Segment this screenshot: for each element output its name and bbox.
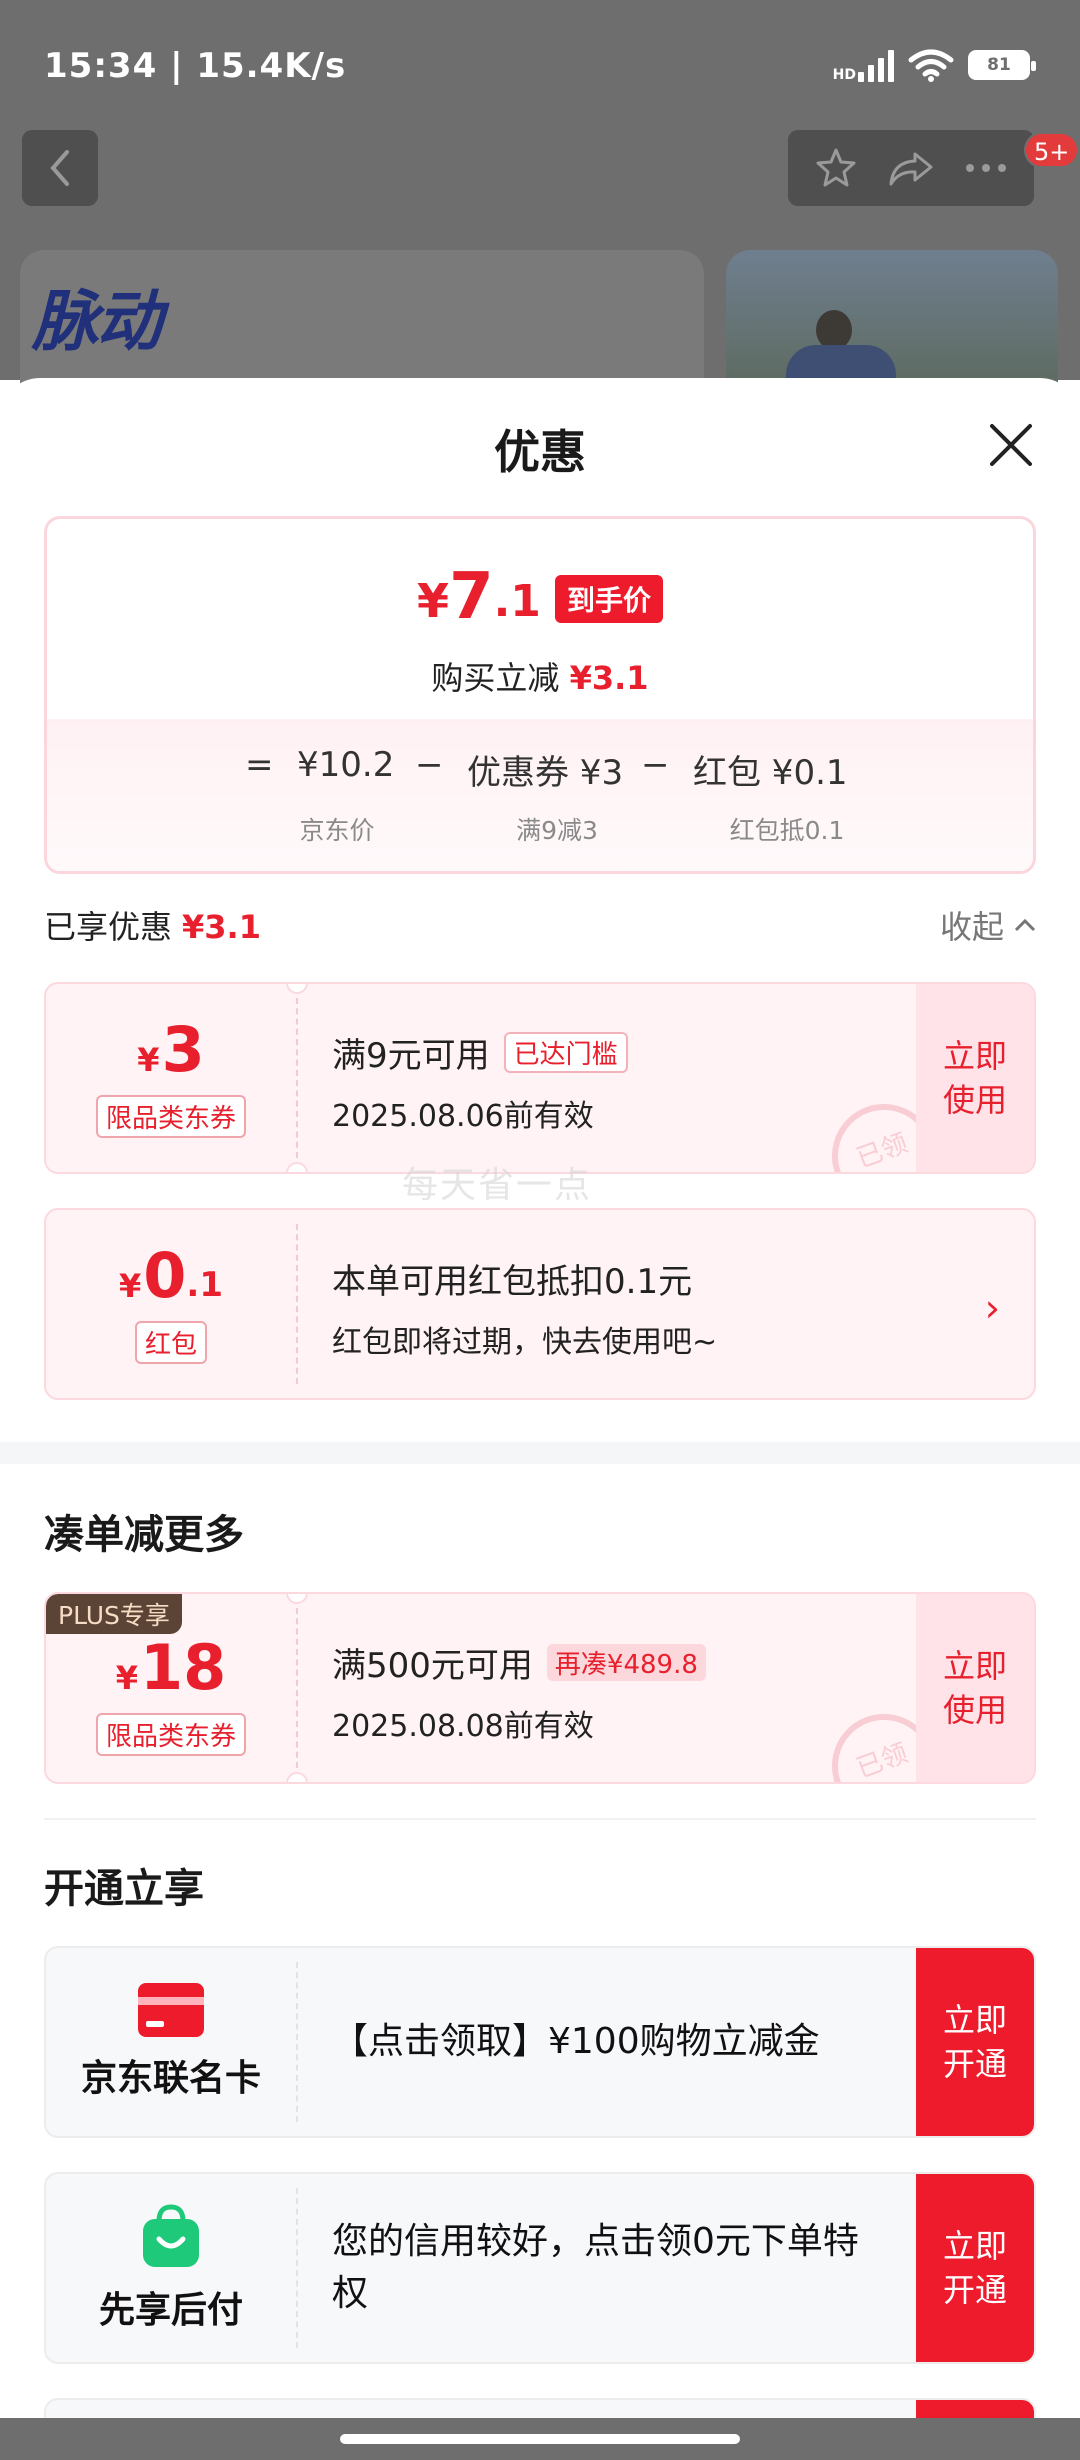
service-name: 京东联名卡	[80, 2058, 261, 2099]
coupon-label: 满9减3	[516, 816, 598, 845]
coupon-card[interactable]: ¥ 3 限品类东券 满9元可用 已达门槛 2025.08.06前有效 已领 立即 …	[44, 982, 1036, 1174]
minus-sign: −	[641, 745, 670, 785]
use-now-button[interactable]: 立即 使用	[916, 1594, 1034, 1782]
open-now-button[interactable]: 立即 开通	[916, 1948, 1034, 2136]
redpacket-desc: 红包即将过期，快去使用吧~	[332, 1325, 718, 1360]
price-breakdown: ¥ 7 .1 到手价 购买立减 ¥3.1 = ¥10.2 − 优惠券 ¥3 − …	[44, 516, 1036, 874]
coupon-type: 限品类东券	[95, 1712, 246, 1756]
need-more-tag: 再凑¥489.8	[546, 1644, 706, 1681]
status-time: 15:34 | 15.4K/s	[44, 46, 347, 86]
service-text: 【点击领取】¥100购物立减金	[332, 2021, 820, 2062]
shopping-bag-icon	[143, 2204, 199, 2267]
nav-actions	[788, 130, 1034, 206]
message-badge: 5+	[1024, 132, 1080, 168]
signal-icon: HD	[833, 48, 894, 82]
threshold-reached-tag: 已达门槛	[503, 1032, 628, 1073]
redpacket-type: 红包	[134, 1320, 207, 1364]
more-dots-icon	[966, 164, 1007, 172]
coupon-condition: 满500元可用	[332, 1646, 533, 1686]
redpacket-value: ¥ 0 .1	[119, 1238, 223, 1312]
instant-reduce: 购买立减 ¥3.1	[431, 659, 649, 697]
open-now-button[interactable]: 立即 开通	[916, 2174, 1034, 2362]
wifi-icon	[908, 49, 954, 82]
discount-sheet: 优惠 ¥ 7 .1 到手价 购买立减 ¥3.1 = ¥10.2 − 优惠券 ¥3…	[0, 378, 1080, 2460]
coupon-condition: 满9元可用	[332, 1036, 490, 1076]
close-icon[interactable]	[986, 420, 1036, 470]
pay-later-offer[interactable]: 先享后付 您的信用较好，点击领0元下单特权 立即 开通	[44, 2172, 1036, 2364]
share-icon	[889, 152, 933, 186]
final-price: ¥ 7 .1 到手价	[47, 565, 1033, 629]
redpacket-amount: 红包 ¥0.1	[693, 753, 848, 793]
sheet-title: 优惠	[494, 425, 586, 479]
share-button[interactable]	[881, 138, 941, 198]
brand-logo: 脉动	[32, 282, 162, 360]
chevron-up-icon	[1014, 918, 1036, 932]
enjoyed-discount: 已享优惠 ¥3.1	[44, 908, 261, 946]
star-icon	[816, 148, 856, 187]
home-indicator[interactable]	[0, 2418, 1080, 2460]
chevron-right-icon: ›	[984, 1286, 1000, 1330]
status-icons: HD 81	[833, 48, 1036, 82]
jd-price-label: 京东价	[299, 816, 375, 845]
back-button[interactable]	[22, 130, 98, 206]
coupon-validity: 2025.08.08前有效	[332, 1709, 594, 1744]
redpacket-card[interactable]: ¥ 0 .1 红包 本单可用红包抵扣0.1元 红包即将过期，快去使用吧~ ›	[44, 1208, 1036, 1400]
more-button[interactable]	[956, 138, 1016, 198]
redpacket-label: 红包抵0.1	[729, 816, 845, 845]
collapse-button[interactable]: 收起	[940, 902, 1036, 948]
final-price-tag: 到手价	[554, 575, 663, 623]
coupon-validity: 2025.08.06前有效	[332, 1099, 594, 1134]
coupon-value: ¥ 3	[137, 1012, 205, 1086]
plus-exclusive-tag: PLUS专享	[46, 1594, 182, 1634]
open-section-title: 开通立享	[44, 1866, 204, 1912]
section-separator	[0, 1442, 1080, 1464]
favorite-button[interactable]	[806, 138, 866, 198]
equals-sign: =	[245, 745, 274, 785]
credit-card-icon	[138, 1983, 204, 2037]
service-name: 先享后付	[98, 2290, 243, 2331]
coupon-amount: 优惠券 ¥3	[467, 753, 624, 793]
service-text: 您的信用较好，点击领0元下单特权	[332, 2221, 859, 2314]
plus-coupon-card[interactable]: ¥ 18 限品类东券 PLUS专享 满500元可用 再凑¥489.8 2025.0…	[44, 1592, 1036, 1784]
divider	[44, 1818, 1036, 1820]
watermark: 每天省一点	[402, 1165, 593, 1206]
more-section-title: 凑单减更多	[44, 1512, 244, 1558]
coupon-type: 限品类东券	[95, 1094, 246, 1138]
cobrand-card-offer[interactable]: 京东联名卡 【点击领取】¥100购物立减金 立即 开通	[44, 1946, 1036, 2138]
minus-sign: −	[415, 745, 444, 785]
use-now-button[interactable]: 立即 使用	[916, 984, 1034, 1172]
jd-price: ¥10.2	[297, 745, 395, 785]
coupon-value: ¥ 18	[115, 1630, 227, 1704]
battery-icon: 81	[968, 50, 1036, 80]
network-type: HD	[832, 67, 856, 83]
chevron-left-icon	[50, 150, 69, 186]
redpacket-title: 本单可用红包抵扣0.1元	[332, 1262, 693, 1302]
